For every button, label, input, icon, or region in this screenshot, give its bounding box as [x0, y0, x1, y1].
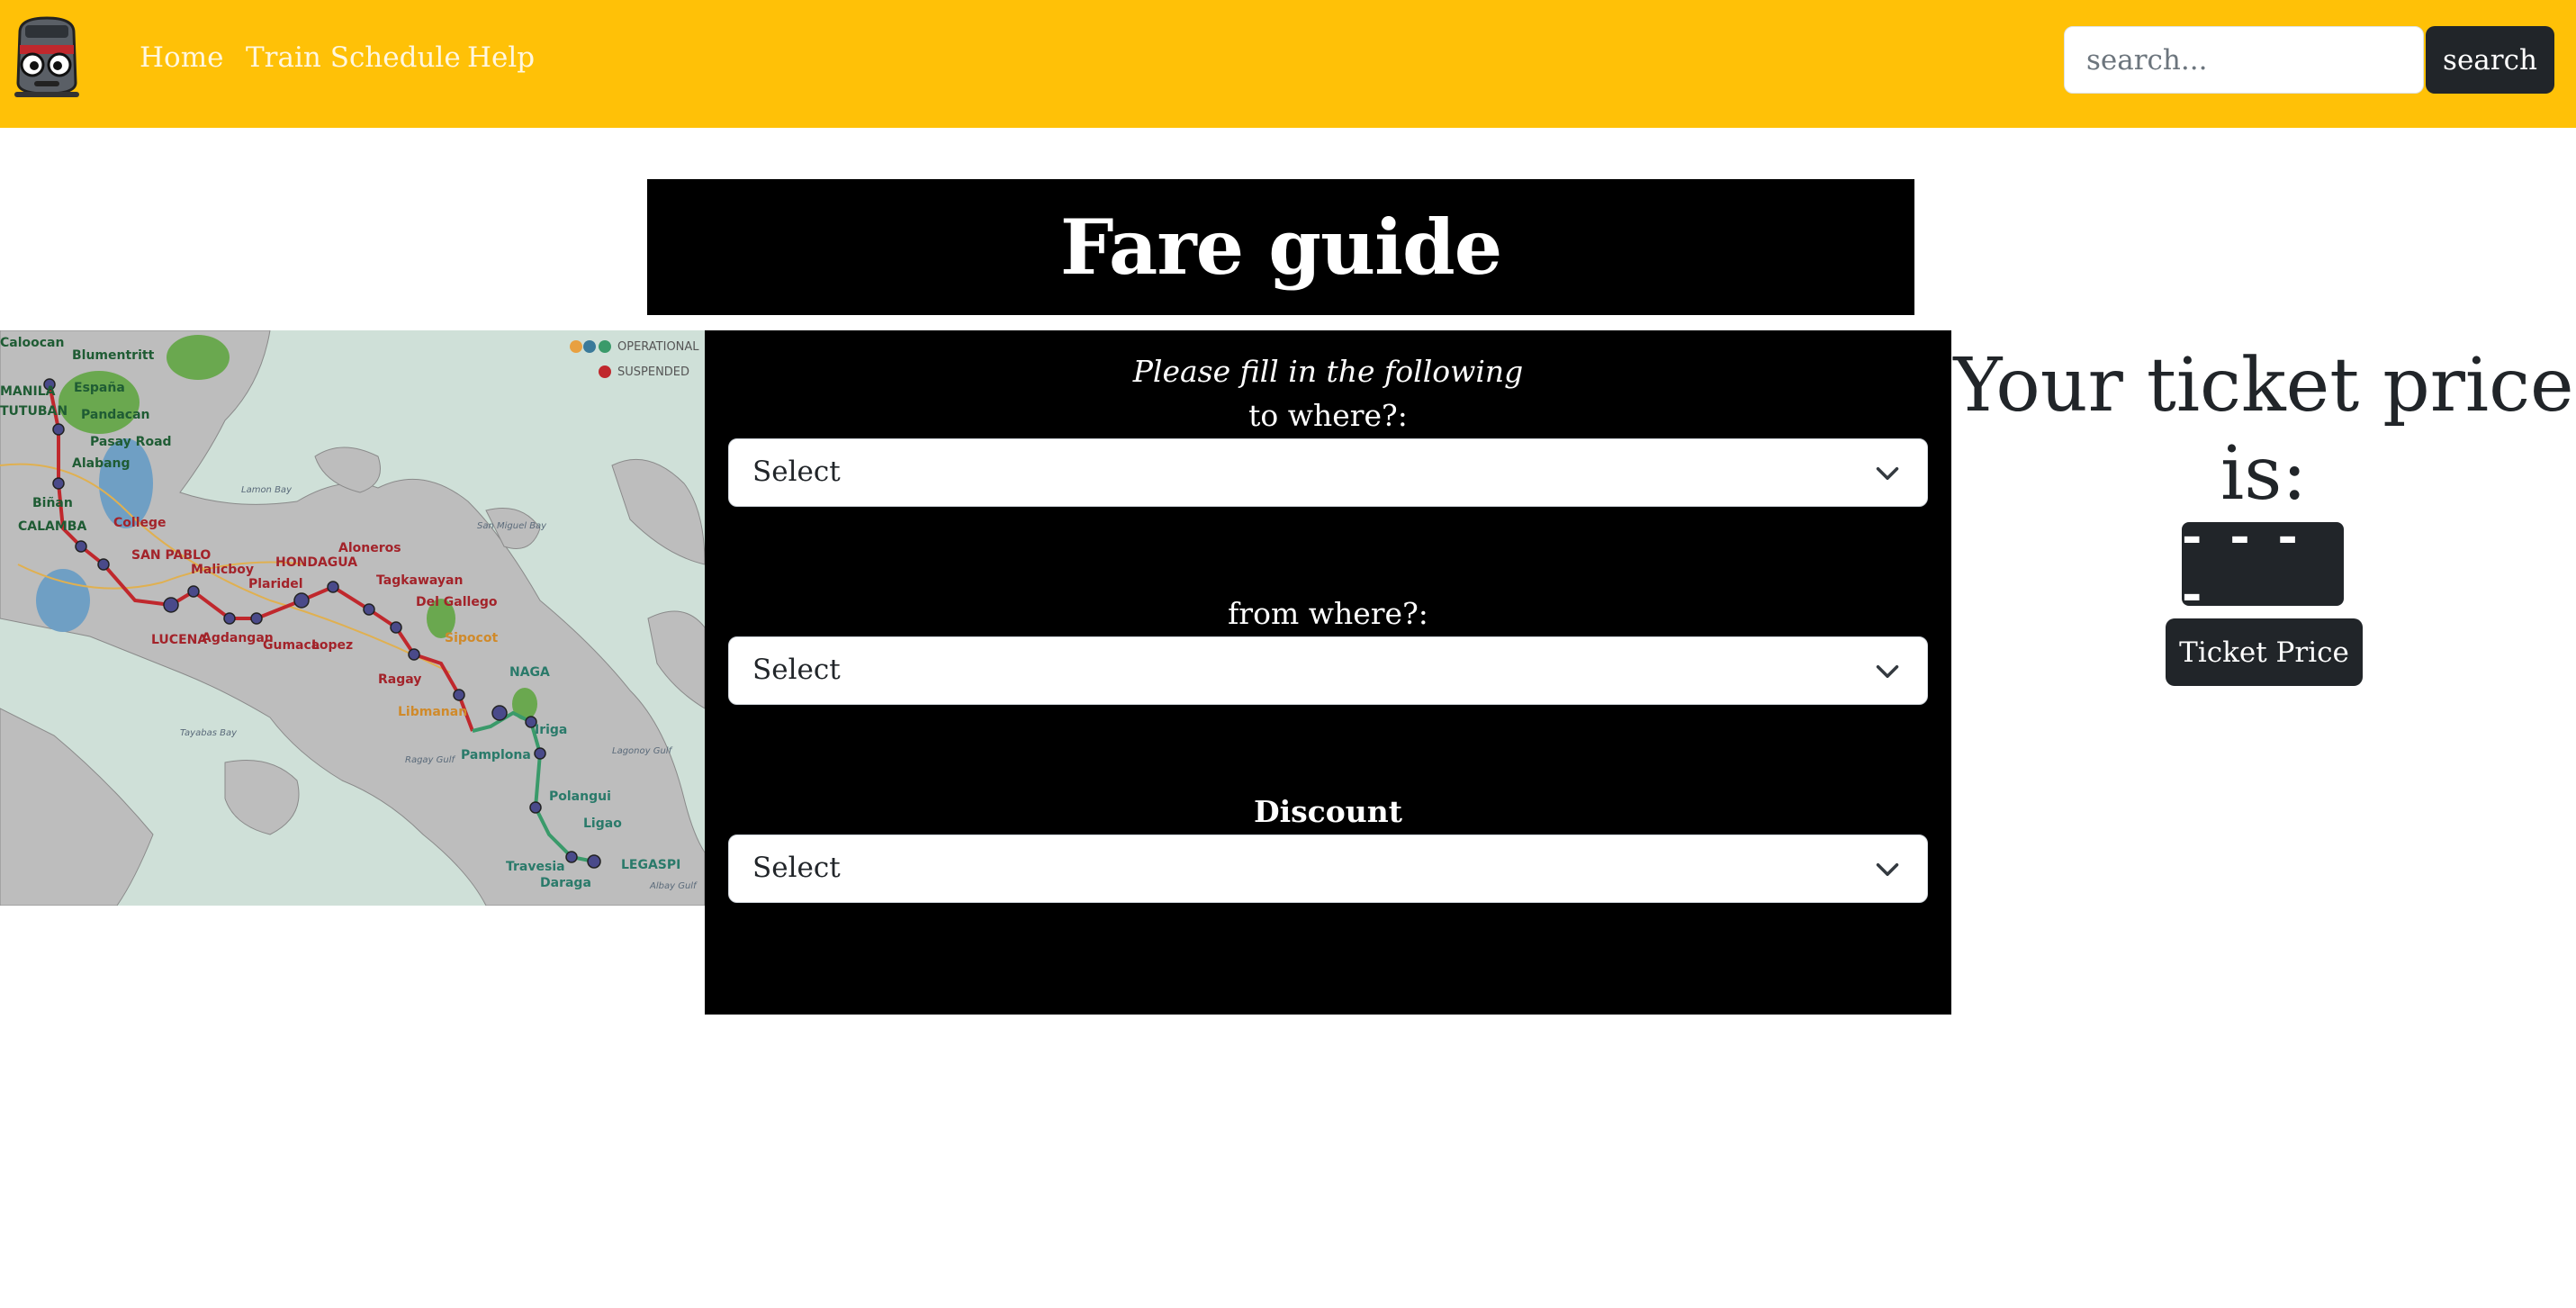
svg-text:Polangui: Polangui [549, 789, 611, 804]
route-map: OPERATIONAL SUSPENDED Caloocan Blumentri… [0, 330, 705, 906]
svg-text:Ligao: Ligao [583, 816, 622, 831]
svg-text:LUCENA: LUCENA [151, 633, 207, 647]
svg-text:TUTUBAN: TUTUBAN [0, 404, 68, 419]
train-logo-icon[interactable] [11, 14, 83, 101]
search-input[interactable] [2064, 26, 2424, 94]
discount-select-value: Select [752, 852, 841, 884]
svg-text:España: España [74, 381, 125, 395]
svg-text:Del Gallego: Del Gallego [416, 595, 498, 609]
svg-text:Pandacan: Pandacan [81, 408, 149, 422]
svg-text:Plaridel: Plaridel [248, 577, 303, 591]
svg-text:San Miguel Bay: San Miguel Bay [477, 521, 547, 531]
svg-text:LEGASPI: LEGASPI [621, 858, 680, 872]
from-where-select-value: Select [752, 654, 841, 686]
navbar: Home Train Schedule Help search [0, 0, 2576, 128]
form-intro: Please fill in the following [1132, 354, 1524, 389]
svg-text:Iriga: Iriga [535, 723, 567, 737]
svg-text:Biñan: Biñan [32, 496, 73, 510]
svg-text:HONDAGUA: HONDAGUA [275, 555, 357, 570]
svg-text:Alabang: Alabang [72, 456, 131, 471]
title-banner: Fare guide [647, 179, 1914, 315]
svg-text:SAN PABLO: SAN PABLO [131, 548, 211, 563]
ticket-price-button[interactable]: Ticket Price [2166, 618, 2363, 686]
nav-link-train-schedule[interactable]: Train Schedule [246, 41, 461, 74]
from-where-select[interactable]: Select [728, 636, 1928, 705]
to-where-select[interactable]: Select [728, 438, 1928, 507]
ticket-price-heading: Your ticket price is: [1953, 343, 2574, 517]
svg-text:Blumentritt: Blumentritt [72, 348, 155, 363]
svg-text:Tagkawayan: Tagkawayan [376, 573, 463, 588]
svg-text:Lopez: Lopez [311, 638, 353, 653]
svg-text:Travesia: Travesia [506, 860, 565, 874]
svg-text:Libmanan: Libmanan [398, 705, 467, 719]
page-title: Fare guide [1059, 203, 1502, 292]
chevron-down-icon [1876, 863, 1899, 876]
legend-operational: OPERATIONAL [617, 340, 699, 354]
chevron-down-icon [1876, 665, 1899, 678]
svg-text:NAGA: NAGA [509, 665, 550, 680]
to-where-label: to where?: [1248, 398, 1408, 433]
discount-select[interactable]: Select [728, 834, 1928, 903]
nav-link-home[interactable]: Home [140, 41, 223, 74]
ticket-price-display: - - - - [2182, 507, 2344, 622]
nav-link-help[interactable]: Help [467, 41, 535, 74]
svg-text:Albay Gulf: Albay Gulf [649, 881, 698, 891]
svg-text:College: College [113, 516, 167, 530]
search-button[interactable]: search [2426, 26, 2554, 94]
to-where-select-value: Select [752, 456, 841, 488]
svg-text:Pamplona: Pamplona [461, 748, 531, 762]
svg-text:CALAMBA: CALAMBA [18, 519, 86, 534]
svg-text:Ragay: Ragay [378, 672, 421, 687]
svg-text:Tayabas Bay: Tayabas Bay [180, 728, 238, 738]
discount-label: Discount [1253, 794, 1403, 829]
legend-suspended: SUSPENDED [617, 365, 689, 379]
svg-text:Lamon Bay: Lamon Bay [241, 485, 293, 495]
svg-text:MANILA: MANILA [0, 384, 56, 399]
svg-text:Lagonoy Gulf: Lagonoy Gulf [612, 746, 673, 756]
svg-text:Aloneros: Aloneros [338, 541, 401, 555]
fare-form-panel: Please fill in the following to where?: … [705, 330, 1951, 1015]
svg-text:Malicboy: Malicboy [191, 563, 254, 577]
svg-text:Caloocan: Caloocan [0, 336, 64, 350]
svg-text:Pasay Road: Pasay Road [90, 435, 172, 449]
chevron-down-icon [1876, 467, 1899, 480]
route-map-image: OPERATIONAL SUSPENDED Caloocan Blumentri… [0, 330, 705, 906]
from-where-label: from where?: [1228, 596, 1428, 631]
svg-text:Ragay Gulf: Ragay Gulf [405, 755, 456, 765]
svg-text:Sipocot: Sipocot [445, 631, 498, 645]
svg-text:Daraga: Daraga [540, 876, 591, 890]
